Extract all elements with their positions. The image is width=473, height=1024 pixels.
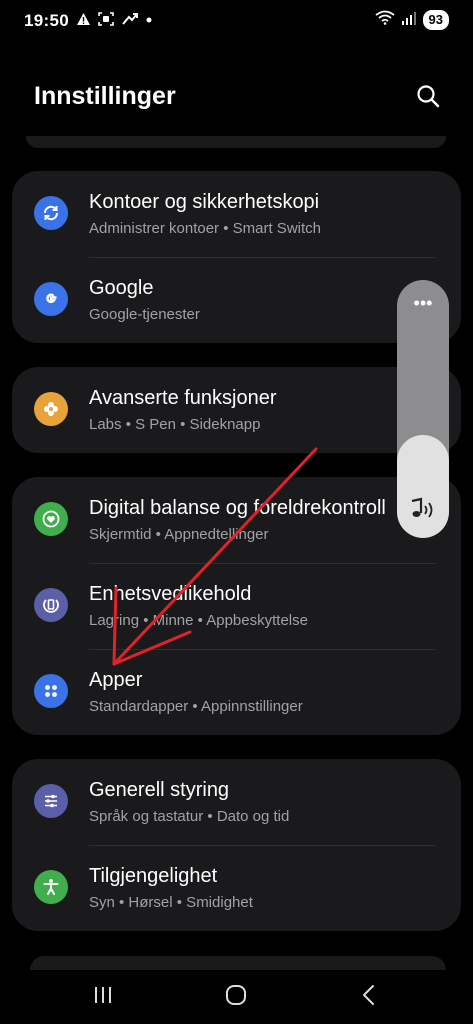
screenshot-icon bbox=[98, 12, 114, 26]
item-title: Generell styring bbox=[89, 779, 230, 801]
volume-more-button[interactable]: ••• bbox=[397, 294, 449, 312]
page-title: Innstillinger bbox=[34, 82, 176, 110]
search-button[interactable] bbox=[410, 80, 446, 116]
settings-item-advanced-features[interactable]: Avanserte funksjoner Labs • S Pen • Side… bbox=[12, 367, 461, 453]
settings-item-accounts-backup[interactable]: Kontoer og sikkerhetskopi Administrer ko… bbox=[12, 171, 461, 257]
sync-icon bbox=[34, 196, 68, 230]
volume-slider[interactable]: ••• bbox=[397, 280, 449, 538]
item-title: Kontoer og sikkerhetskopi bbox=[89, 191, 320, 213]
settings-item-digital-wellbeing[interactable]: Digital balanse og foreldrekontroll Skje… bbox=[12, 477, 461, 563]
navigation-bar bbox=[0, 970, 473, 1024]
next-group-edge bbox=[30, 956, 446, 970]
item-title: Tilgjengelighet bbox=[89, 865, 218, 887]
item-subtitle: Labs • S Pen • Sideknapp bbox=[89, 416, 261, 433]
settings-item-general-management[interactable]: Generell styring Språk og tastatur • Dat… bbox=[12, 759, 461, 845]
battery-indicator: 93 bbox=[422, 10, 449, 30]
back-icon bbox=[361, 984, 377, 1011]
item-subtitle: Skjermtid • Appnedtellinger bbox=[89, 526, 269, 543]
settings-group-device: Digital balanse og foreldrekontroll Skje… bbox=[12, 477, 461, 735]
alert-icon bbox=[76, 12, 91, 26]
item-title: Digital balanse og foreldrekontroll bbox=[89, 497, 386, 519]
apps-grid-icon bbox=[34, 674, 68, 708]
item-subtitle: Google-tjenester bbox=[89, 306, 200, 323]
volume-icon bbox=[408, 497, 438, 528]
settings-group-advanced: Avanserte funksjoner Labs • S Pen • Side… bbox=[12, 367, 461, 453]
accessibility-icon bbox=[34, 870, 68, 904]
item-title: Apper bbox=[89, 669, 143, 691]
wifi-icon bbox=[374, 10, 395, 30]
signal-icon bbox=[401, 11, 417, 30]
dot-icon bbox=[146, 12, 152, 26]
item-subtitle: Administrer kontoer • Smart Switch bbox=[89, 220, 321, 237]
settings-item-accessibility[interactable]: Tilgjengelighet Syn • Hørsel • Smidighet bbox=[12, 845, 461, 931]
heart-circle-icon bbox=[34, 502, 68, 536]
recent-apps-button[interactable] bbox=[83, 980, 123, 1014]
search-icon bbox=[416, 84, 440, 113]
item-subtitle: Språk og tastatur • Dato og tid bbox=[89, 808, 290, 825]
settings-group-accounts: Kontoer og sikkerhetskopi Administrer ko… bbox=[12, 171, 461, 343]
back-button[interactable] bbox=[349, 980, 389, 1014]
status-bar: 19:50 93 bbox=[0, 0, 473, 44]
puzzle-icon bbox=[34, 392, 68, 426]
home-icon bbox=[225, 984, 247, 1011]
settings-item-google[interactable]: Google Google-tjenester bbox=[12, 257, 461, 343]
item-subtitle: Lagring • Minne • Appbeskyttelse bbox=[89, 612, 308, 629]
item-title: Enhetsvedlikehold bbox=[89, 583, 252, 605]
google-icon bbox=[34, 282, 68, 316]
item-title: Google bbox=[89, 277, 154, 299]
home-button[interactable] bbox=[216, 980, 256, 1014]
settings-item-device-care[interactable]: Enhetsvedlikehold Lagring • Minne • Appb… bbox=[12, 563, 461, 649]
item-subtitle: Standardapper • Appinnstillinger bbox=[89, 698, 303, 715]
recent-apps-icon bbox=[92, 985, 114, 1010]
item-title: Avanserte funksjoner bbox=[89, 387, 277, 409]
battery-care-icon bbox=[34, 588, 68, 622]
item-subtitle: Syn • Hørsel • Smidighet bbox=[89, 894, 253, 911]
status-time: 19:50 bbox=[24, 11, 69, 30]
settings-item-apps[interactable]: Apper Standardapper • Appinnstillinger bbox=[12, 649, 461, 735]
settings-group-general: Generell styring Språk og tastatur • Dat… bbox=[12, 759, 461, 931]
previous-group-edge bbox=[26, 136, 446, 148]
missed-call-icon bbox=[121, 12, 139, 26]
sliders-icon bbox=[34, 784, 68, 818]
